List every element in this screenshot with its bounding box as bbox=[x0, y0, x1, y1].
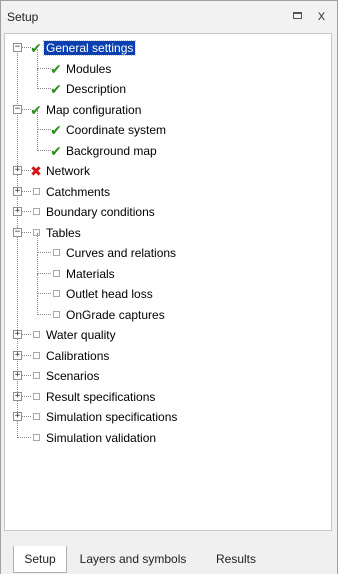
tree-item-label: Outlet head loss bbox=[66, 287, 153, 301]
tree-item-label: General settings bbox=[42, 40, 137, 56]
tree-child-line bbox=[37, 110, 38, 130]
tree-child-line bbox=[37, 233, 38, 253]
tree-item-label: Curves and relations bbox=[66, 246, 177, 260]
cross-icon: ✖ bbox=[30, 163, 42, 179]
tree-child-line bbox=[37, 48, 38, 69]
tab-layers-and-symbols[interactable]: Layers and symbols bbox=[71, 546, 195, 573]
tree-item-label: Modules bbox=[66, 61, 112, 76]
check-icon: ✔ bbox=[50, 60, 62, 77]
close-icon[interactable]: x bbox=[318, 7, 325, 23]
empty-box-icon bbox=[49, 286, 63, 302]
empty-box-icon bbox=[29, 204, 43, 220]
empty-box-icon bbox=[49, 266, 63, 282]
collapse-icon[interactable]: − bbox=[13, 43, 22, 52]
check-icon: ✔ bbox=[50, 122, 62, 138]
tree-item-label: Water quality bbox=[46, 328, 116, 342]
expand-icon[interactable]: + bbox=[13, 186, 22, 196]
empty-box-icon bbox=[29, 348, 43, 364]
empty-box-icon bbox=[49, 245, 63, 261]
empty-box-icon bbox=[29, 389, 43, 405]
check-icon: ✔ bbox=[30, 40, 42, 56]
tree-item-label: Catchments bbox=[46, 184, 111, 199]
tree-item-simulation-specifications[interactable]: + Simulation specifications bbox=[5, 407, 331, 427]
tree-child-line bbox=[37, 274, 38, 294]
setup-panel: Setup x − ✔ General settings ✔ Modules ✔ Descr… bbox=[0, 0, 338, 574]
expand-icon[interactable]: + bbox=[13, 412, 22, 421]
tree-item-curves-and-relations[interactable]: Curves and relations bbox=[5, 233, 331, 263]
tree-item-ongrade-captures[interactable]: OnGrade captures bbox=[5, 294, 331, 325]
tree-item-tables[interactable]: − Tables bbox=[5, 223, 331, 243]
tree-item-label: Simulation validation bbox=[46, 430, 157, 445]
tree-child-line bbox=[37, 294, 38, 315]
tree-item-catchments[interactable]: + Catchments bbox=[5, 182, 331, 202]
tree-item-label: Calibrations bbox=[46, 348, 110, 363]
panel-title: Setup bbox=[7, 10, 39, 24]
tree-item-coordinate-system[interactable]: ✔ Coordinate system bbox=[5, 110, 331, 140]
empty-box-icon bbox=[29, 368, 43, 384]
tab-results[interactable]: Results bbox=[199, 546, 273, 573]
tree-item-label: OnGrade captures bbox=[66, 307, 165, 322]
tree-item-outlet-head-loss[interactable]: Outlet head loss bbox=[5, 274, 331, 304]
expand-icon[interactable]: + bbox=[13, 166, 22, 175]
tree-item-label: Simulation specifications bbox=[46, 410, 178, 424]
tree-item-result-specifications[interactable]: + Result specifications bbox=[5, 387, 331, 407]
empty-box-icon bbox=[29, 430, 43, 446]
tree-item-label: Map configuration bbox=[46, 102, 142, 117]
tree-item-general-settings[interactable]: − ✔ General settings bbox=[5, 38, 331, 58]
check-icon: ✔ bbox=[30, 101, 42, 118]
empty-box-icon bbox=[49, 307, 63, 323]
tree-item-label: Boundary conditions bbox=[46, 205, 155, 219]
check-icon: ✔ bbox=[50, 81, 62, 97]
collapse-icon[interactable]: − bbox=[13, 227, 22, 237]
pin-icon[interactable] bbox=[293, 12, 302, 19]
tree-item-label: Coordinate system bbox=[66, 123, 167, 137]
tab-setup[interactable]: Setup bbox=[13, 546, 67, 573]
tree-item-scenarios[interactable]: + Scenarios bbox=[5, 366, 331, 386]
collapse-icon[interactable]: − bbox=[13, 104, 22, 114]
tree-item-label: Network bbox=[46, 164, 91, 178]
empty-box-icon bbox=[29, 409, 43, 425]
bottom-tab-strip: Setup Layers and symbols Results bbox=[1, 546, 337, 574]
tree-item-label: Result specifications bbox=[46, 389, 156, 404]
expand-icon[interactable]: + bbox=[13, 330, 22, 339]
tree-item-label: Materials bbox=[66, 266, 115, 281]
check-icon: ✔ bbox=[50, 142, 62, 159]
tree-child-line bbox=[37, 69, 38, 89]
tree-item-map-configuration[interactable]: − ✔ Map configuration bbox=[5, 100, 331, 120]
tree-item-network[interactable]: + ✖ Network bbox=[5, 161, 331, 181]
tree-item-water-quality[interactable]: + Water quality bbox=[5, 325, 331, 345]
tree-item-background-map[interactable]: ✔ Background map bbox=[5, 130, 331, 161]
tree-item-calibrations[interactable]: + Calibrations bbox=[5, 346, 331, 366]
tree-item-label: Description bbox=[66, 82, 127, 96]
expand-icon[interactable]: + bbox=[13, 350, 22, 360]
expand-icon[interactable]: + bbox=[13, 391, 22, 401]
tree-item-boundary-conditions[interactable]: + Boundary conditions bbox=[5, 202, 331, 222]
empty-box-icon bbox=[29, 184, 43, 200]
tree-item-modules[interactable]: ✔ Modules bbox=[5, 48, 331, 79]
tree-item-description[interactable]: ✔ Description bbox=[5, 69, 331, 99]
tree-item-materials[interactable]: Materials bbox=[5, 253, 331, 284]
expand-icon[interactable]: + bbox=[13, 371, 22, 380]
tree-item-label: Tables bbox=[46, 225, 81, 240]
expand-icon[interactable]: + bbox=[13, 207, 22, 216]
tree-item-simulation-validation[interactable]: Simulation validation bbox=[5, 428, 331, 448]
tree-child-line bbox=[37, 253, 38, 274]
tree-child-line bbox=[37, 130, 38, 151]
tree-item-label: Scenarios bbox=[46, 369, 100, 383]
panel-titlebar: Setup x bbox=[1, 1, 337, 31]
tree-item-label: Background map bbox=[66, 143, 157, 158]
setup-tree[interactable]: − ✔ General settings ✔ Modules ✔ Description − ✔… bbox=[4, 33, 332, 531]
empty-box-icon bbox=[29, 327, 43, 343]
empty-box-icon bbox=[29, 225, 43, 241]
